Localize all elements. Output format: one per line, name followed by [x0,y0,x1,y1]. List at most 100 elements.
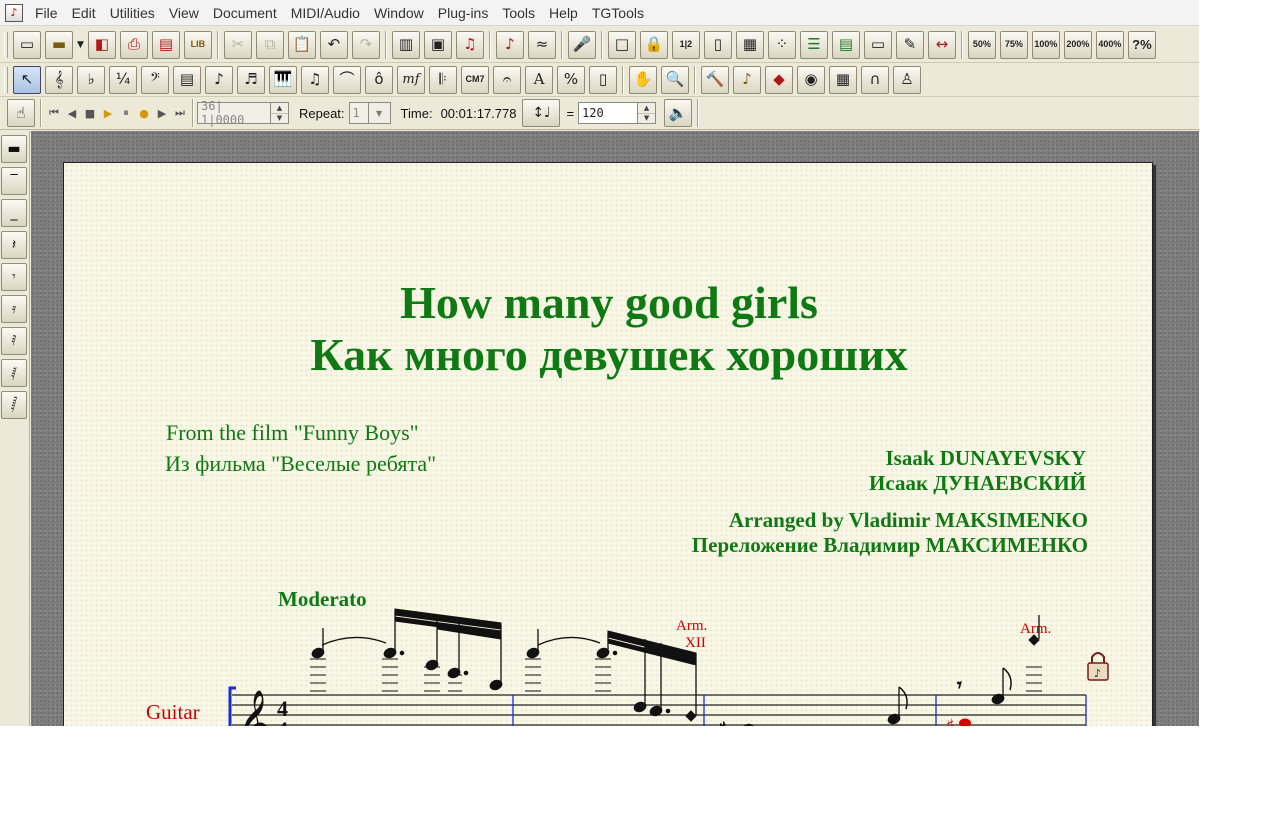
midi-grid-tool-icon[interactable]: ▦ [829,65,857,94]
hand-playback-icon[interactable]: ☝ [7,99,35,127]
staff-icon[interactable]: ▯ [703,30,732,59]
repeat-tool-icon[interactable]: 𝄆 [429,65,457,94]
articulation-tool-icon[interactable]: ô [365,65,393,94]
hundred-twenty-eighth-rest-icon[interactable]: 𝅂 [1,391,27,419]
speaker-icon[interactable]: 🔈 [664,99,693,127]
hyperscribe-tool-icon[interactable]: 🎹 [269,65,297,94]
measure-position-spinner[interactable]: ▲ ▼ [271,102,289,124]
studio-view-icon[interactable]: ♫ [455,30,484,59]
measure-numbers-icon[interactable]: 1|2 [671,30,700,59]
music-notation[interactable]: 𝄞 4 4 ♯ 𝄾 ♯ ♪ [64,163,1153,726]
resize-tool-icon[interactable]: % [557,65,585,94]
toolbar-grip[interactable] [4,66,8,93]
green-staff-icon[interactable]: ☰ [799,30,828,59]
zoom-200-button[interactable]: 200% [1063,30,1092,59]
tuplet-tool-icon[interactable]: ♫ [301,65,329,94]
quarter-rest-icon[interactable]: 𝄽 [1,231,27,259]
midi-thru-icon[interactable]: ≈ [527,30,556,59]
menu-help[interactable]: Help [542,0,585,26]
whole-rest-icon[interactable]: ‾ [1,167,27,195]
menu-window[interactable]: Window [367,0,431,26]
library-icon[interactable]: LIB [183,30,212,59]
hand-grabber-tool-icon[interactable]: ✋ [629,65,657,94]
zoom-custom-button[interactable]: ?% [1127,30,1156,59]
menu-tools[interactable]: Tools [495,0,542,26]
key-signature-tool-icon[interactable]: ♭ [77,65,105,94]
repeat-dropdown-arrow-icon[interactable]: ▼ [368,102,391,124]
microphone-icon[interactable]: 🎤 [567,30,596,59]
measure-tool-icon[interactable]: ▤ [173,65,201,94]
selection-tool-icon[interactable]: ↖ [13,65,41,94]
menu-view[interactable]: View [162,0,206,26]
special-tools-icon[interactable]: 🔨 [701,65,729,94]
open-folder-icon[interactable]: ▬ [45,30,73,59]
lyrics-tool-icon[interactable]: 𝄐 [493,65,521,94]
chord-tool-icon[interactable]: CM7 [461,65,489,94]
toolbar-grip[interactable] [4,31,8,58]
dotted-grid-icon[interactable]: ⁘ [767,30,796,59]
save-icon[interactable]: ◧ [87,30,116,59]
measure-width-icon[interactable]: ↔ [927,30,956,59]
midi-tool-icon[interactable]: ◉ [797,65,825,94]
scroll-view-icon[interactable]: ▥ [391,30,420,59]
repeat-field[interactable]: 1 [348,102,369,124]
page-view-icon[interactable]: ▣ [423,30,452,59]
expression-tool-icon[interactable]: mf [397,65,425,94]
menu-edit[interactable]: Edit [65,0,103,26]
green-document-icon[interactable]: ▤ [831,30,860,59]
zoom-100-button[interactable]: 100% [1031,30,1060,59]
tempo-field[interactable]: 120 [578,102,639,124]
half-rest-icon[interactable]: _ [1,199,27,227]
new-document-icon[interactable]: ▭ [13,30,41,59]
layer-lock-icon[interactable]: ♪ [1087,652,1109,681]
speedy-entry-tool-icon[interactable]: ♬ [237,65,265,94]
breve-rest-icon[interactable]: ▬ [1,135,27,163]
play-icon[interactable]: ▶ [100,103,116,123]
close-book-icon[interactable]: ▤ [151,30,180,59]
edit-page-icon[interactable]: ✎ [895,30,924,59]
zoom-75-button[interactable]: 75% [999,30,1028,59]
document-canvas[interactable]: How many good girls Как много девушек хо… [31,131,1199,726]
measure-position-field[interactable]: 36| 1|0000 [197,99,271,127]
sixteenth-rest-icon[interactable]: 𝄿 [1,295,27,323]
menu-document[interactable]: Document [206,0,284,26]
zoom-tool-icon[interactable]: 🔍 [661,65,689,94]
frame-icon[interactable]: □ [607,30,636,59]
rewind-to-start-icon[interactable]: ⏮ [46,103,62,123]
graphics-tool-icon[interactable]: ∩ [861,65,889,94]
record-icon[interactable]: ● [136,103,152,123]
step-back-icon[interactable]: ◀ [64,103,80,123]
step-forward-icon[interactable]: ▶ [154,103,170,123]
simple-entry-tool-icon[interactable]: ♪ [205,65,233,94]
page-layout-tool-icon[interactable]: ▯ [589,65,617,94]
tempo-spinner[interactable]: ▲ ▼ [638,102,657,124]
text-tool-icon[interactable]: A [525,65,553,94]
fast-forward-to-end-icon[interactable]: ⏭ [172,103,188,123]
menu-midi-audio[interactable]: MIDI/Audio [284,0,367,26]
tempo-note-value-icon[interactable]: ↕♩ [522,99,561,127]
grid-icon[interactable]: ▦ [735,30,764,59]
staff-tool-icon[interactable]: 𝄞 [45,65,73,94]
stop-icon[interactable]: ■ [82,103,98,123]
note-mover-tool-icon[interactable]: ♪ [733,65,761,94]
ossia-tool-icon[interactable]: ♙ [893,65,921,94]
notes-page-icon[interactable]: ▭ [863,30,892,59]
menu-plug-ins[interactable]: Plug-ins [431,0,496,26]
mirror-tool-icon[interactable]: ◆ [765,65,793,94]
lock-icon[interactable]: 🔒 [639,30,668,59]
zoom-50-button[interactable]: 50% [967,30,996,59]
menu-utilities[interactable]: Utilities [103,0,162,26]
open-dropdown-arrow-icon[interactable]: ▼ [77,40,84,50]
menu-tgtools[interactable]: TGTools [585,0,651,26]
sixty-fourth-rest-icon[interactable]: 𝅁 [1,359,27,387]
clef-tool-icon[interactable]: 𝄢 [141,65,169,94]
pause-icon[interactable]: ⏸ [118,103,134,123]
app-icon[interactable]: ♪ [5,3,23,22]
undo-icon[interactable]: ↶ [319,30,348,59]
zoom-400-button[interactable]: 400% [1095,30,1124,59]
thirty-second-rest-icon[interactable]: 𝅀 [1,327,27,355]
menu-file[interactable]: File [28,0,65,26]
smart-shape-tool-icon[interactable]: ⌒ [333,65,361,94]
score-page[interactable]: How many good girls Как много девушек хо… [63,162,1153,726]
time-signature-tool-icon[interactable]: ¼ [109,65,137,94]
